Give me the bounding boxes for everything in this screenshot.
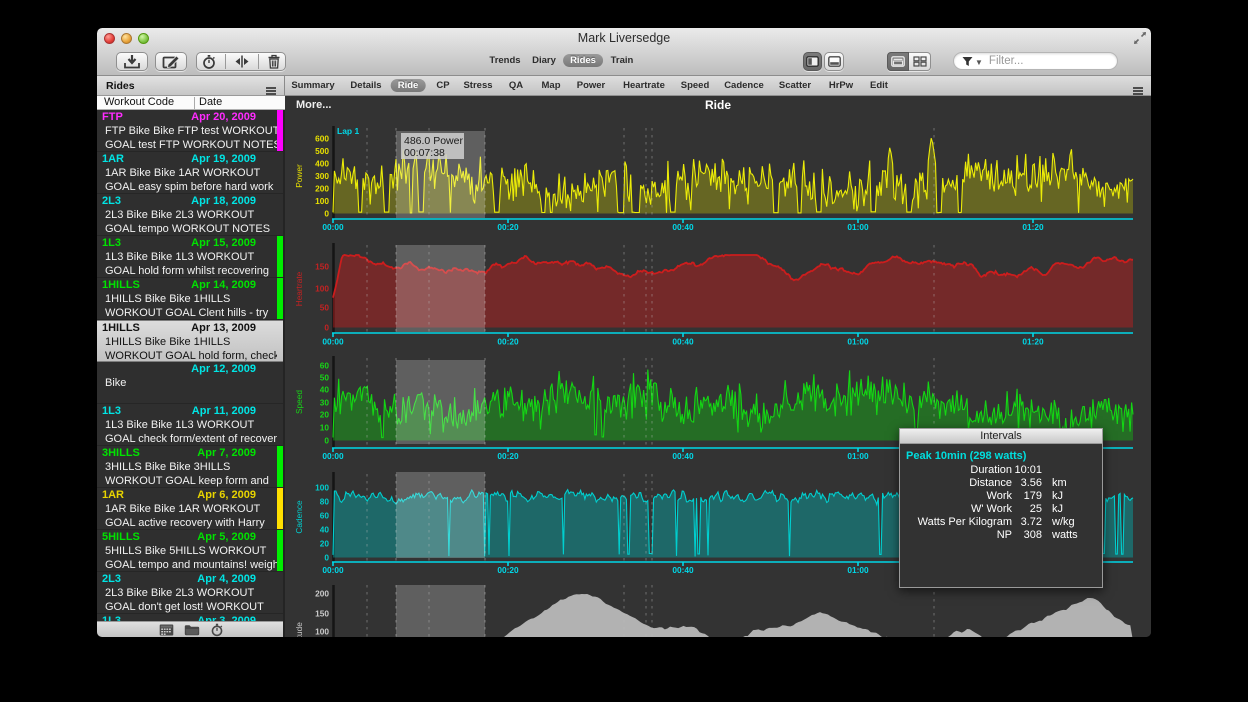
svg-text:00:40: 00:40 — [672, 337, 694, 347]
svg-text:0: 0 — [324, 209, 329, 219]
svg-text:00:00: 00:00 — [322, 337, 344, 347]
svg-text:200: 200 — [315, 184, 329, 194]
svg-text:Lap 1: Lap 1 — [337, 126, 359, 136]
svg-text:20: 20 — [320, 410, 330, 420]
svg-text:Cadence: Cadence — [294, 500, 304, 534]
svg-text:00:20: 00:20 — [497, 451, 519, 461]
svg-text:01:20: 01:20 — [1022, 337, 1044, 347]
svg-text:00:40: 00:40 — [672, 451, 694, 461]
svg-text:30: 30 — [320, 398, 330, 408]
svg-text:00:00: 00:00 — [322, 222, 344, 232]
svg-text:Speed: Speed — [294, 390, 304, 414]
svg-text:00:40: 00:40 — [672, 565, 694, 575]
svg-text:40: 40 — [320, 525, 330, 535]
svg-text:00:40: 00:40 — [672, 222, 694, 232]
svg-text:60: 60 — [320, 511, 330, 521]
svg-text:00:00: 00:00 — [322, 451, 344, 461]
svg-text:00:07:38: 00:07:38 — [404, 147, 445, 159]
svg-text:600: 600 — [315, 134, 329, 144]
svg-text:00:20: 00:20 — [497, 222, 519, 232]
svg-text:150: 150 — [315, 609, 329, 619]
svg-text:20: 20 — [320, 539, 330, 549]
svg-text:Altitude: Altitude — [294, 622, 304, 637]
svg-text:80: 80 — [320, 497, 330, 507]
svg-text:01:00: 01:00 — [847, 337, 869, 347]
svg-text:400: 400 — [315, 159, 329, 169]
svg-text:200: 200 — [315, 589, 329, 599]
svg-text:10: 10 — [320, 423, 330, 433]
svg-text:0: 0 — [324, 436, 329, 446]
svg-text:Heartrate: Heartrate — [294, 271, 304, 306]
svg-text:100: 100 — [315, 196, 329, 206]
svg-text:150: 150 — [315, 262, 329, 272]
svg-text:01:00: 01:00 — [847, 565, 869, 575]
svg-text:Power: Power — [294, 164, 304, 188]
svg-text:500: 500 — [315, 146, 329, 156]
svg-text:60: 60 — [320, 361, 330, 371]
svg-text:486.0 Power: 486.0 Power — [404, 135, 463, 147]
svg-text:300: 300 — [315, 171, 329, 181]
svg-text:00:20: 00:20 — [497, 337, 519, 347]
svg-text:00:20: 00:20 — [497, 565, 519, 575]
svg-text:00:00: 00:00 — [322, 565, 344, 575]
svg-text:01:20: 01:20 — [1022, 222, 1044, 232]
svg-text:01:00: 01:00 — [847, 222, 869, 232]
svg-text:40: 40 — [320, 385, 330, 395]
svg-text:01:00: 01:00 — [847, 451, 869, 461]
svg-text:0: 0 — [324, 323, 329, 333]
svg-text:50: 50 — [320, 303, 330, 313]
svg-text:50: 50 — [320, 373, 330, 383]
svg-text:100: 100 — [315, 483, 329, 493]
svg-text:100: 100 — [315, 284, 329, 294]
svg-text:0: 0 — [324, 553, 329, 563]
svg-text:100: 100 — [315, 627, 329, 637]
